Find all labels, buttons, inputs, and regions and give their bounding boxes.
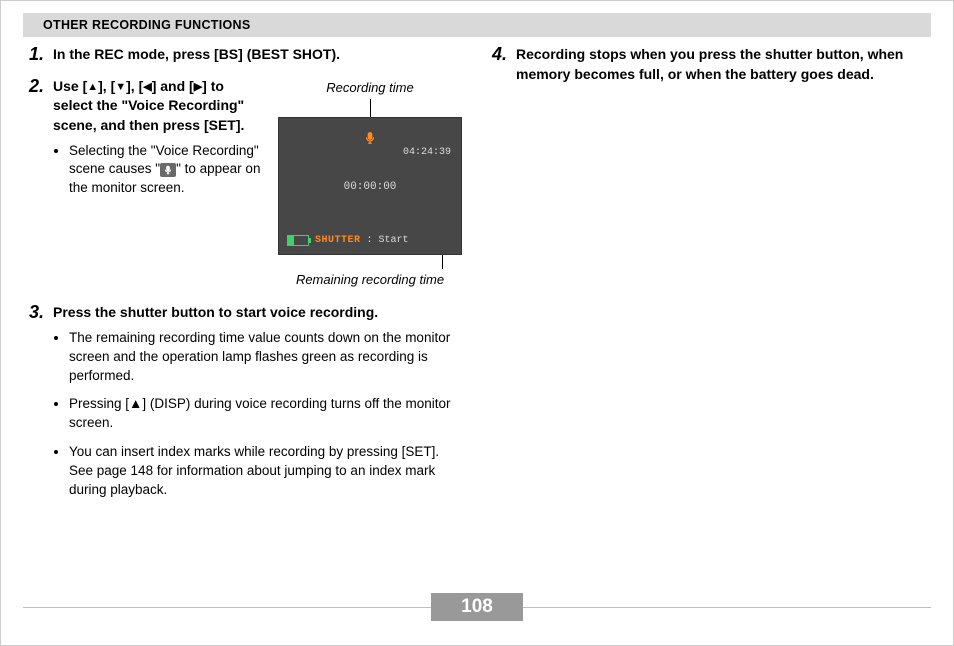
page-container: OTHER RECORDING FUNCTIONS 1. In the REC … — [0, 0, 954, 646]
lcd-bottom-row: SHUTTER : Start — [287, 234, 453, 248]
step2-row: Use [▲], [▼], [◀] and [▶] to select the … — [53, 77, 462, 291]
step-title: Recording stops when you press the shutt… — [516, 45, 925, 84]
text-fragment: ] and [ — [152, 78, 194, 94]
step-2: 2. Use [▲], [▼], [◀] and [▶] to select t… — [29, 77, 462, 291]
step2-text: Use [▲], [▼], [◀] and [▶] to select the … — [53, 77, 266, 208]
step-body: In the REC mode, press [BS] (BEST SHOT). — [53, 45, 462, 65]
right-arrow-icon: ▶ — [194, 80, 202, 95]
step-1: 1. In the REC mode, press [BS] (BEST SHO… — [29, 45, 462, 65]
list-item: Pressing [▲] (DISP) during voice recordi… — [69, 395, 462, 433]
list-item: The remaining recording time value count… — [69, 329, 462, 386]
section-title: OTHER RECORDING FUNCTIONS — [43, 18, 251, 32]
step-body: Use [▲], [▼], [◀] and [▶] to select the … — [53, 77, 462, 291]
mic-inline-icon — [160, 163, 176, 177]
step-number: 3. — [29, 303, 53, 510]
step-number: 2. — [29, 77, 53, 291]
step-number: 4. — [492, 45, 516, 84]
callout-line — [442, 255, 443, 269]
step-title: In the REC mode, press [BS] (BEST SHOT). — [53, 45, 462, 65]
list-item: You can insert index marks while recordi… — [69, 443, 462, 500]
lcd-remaining-time: 04:24:39 — [403, 146, 451, 160]
callout-recording-time: Recording time — [326, 79, 413, 97]
text-fragment: ], [ — [98, 78, 115, 94]
list-item: Selecting the "Voice Recording" scene ca… — [69, 142, 266, 199]
lcd-figure: Recording time 04:24:39 00:00:00 — [278, 77, 462, 291]
callout-line — [370, 99, 371, 117]
content-columns: 1. In the REC mode, press [BS] (BEST SHO… — [29, 45, 925, 585]
page-number: 108 — [431, 593, 523, 621]
step-title: Press the shutter button to start voice … — [53, 303, 462, 323]
footer: 108 — [23, 593, 931, 621]
footer-rule — [523, 607, 931, 608]
lcd-shutter-label: SHUTTER — [315, 234, 361, 248]
lcd-elapsed-time: 00:00:00 — [344, 180, 397, 195]
callout-line-wrap — [279, 255, 461, 269]
step-body: Press the shutter button to start voice … — [53, 303, 462, 510]
step-3: 3. Press the shutter button to start voi… — [29, 303, 462, 510]
column-right: 4. Recording stops when you press the sh… — [492, 45, 925, 585]
mic-icon — [363, 130, 377, 153]
step3-bullets: The remaining recording time value count… — [53, 329, 462, 500]
callout-remaining-time: Remaining recording time — [296, 271, 444, 289]
lcd-screen: 04:24:39 00:00:00 SHUTTER : Start — [278, 117, 462, 255]
battery-icon — [287, 235, 309, 246]
column-left: 1. In the REC mode, press [BS] (BEST SHO… — [29, 45, 462, 585]
step-body: Recording stops when you press the shutt… — [516, 45, 925, 84]
text-fragment: Use [ — [53, 78, 87, 94]
step2-bullets: Selecting the "Voice Recording" scene ca… — [53, 142, 266, 199]
step-number: 1. — [29, 45, 53, 65]
text-fragment: ], [ — [126, 78, 143, 94]
step-4: 4. Recording stops when you press the sh… — [492, 45, 925, 84]
header-bar: OTHER RECORDING FUNCTIONS — [23, 13, 931, 37]
left-arrow-icon: ◀ — [143, 80, 151, 95]
footer-rule — [23, 607, 431, 608]
lcd-start-label: : Start — [367, 234, 409, 248]
down-arrow-icon: ▼ — [115, 80, 126, 95]
up-arrow-icon: ▲ — [87, 80, 98, 95]
step-title: Use [▲], [▼], [◀] and [▶] to select the … — [53, 77, 266, 136]
